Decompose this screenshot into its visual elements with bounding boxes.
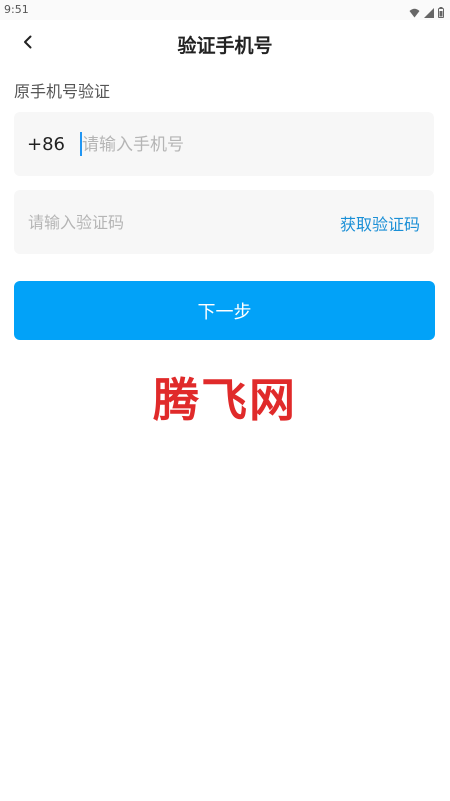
watermark-logo: 腾飞网 [153,373,297,427]
page-title: 验证手机号 [177,35,273,57]
status-bar: 9:51 [0,0,450,20]
phone-field: +86 [14,112,434,176]
status-time: 9:51 [4,3,29,16]
phone-input[interactable] [82,132,412,158]
get-code-button[interactable]: 获取验证码 [340,211,420,235]
next-step-button[interactable]: 下一步 [14,281,435,340]
header: 验证手机号 [0,20,450,66]
verification-code-field: 获取验证码 [14,190,434,254]
country-code[interactable]: +86 [27,134,65,155]
verification-code-input[interactable] [28,209,278,235]
section-label: 原手机号验证 [14,82,111,101]
